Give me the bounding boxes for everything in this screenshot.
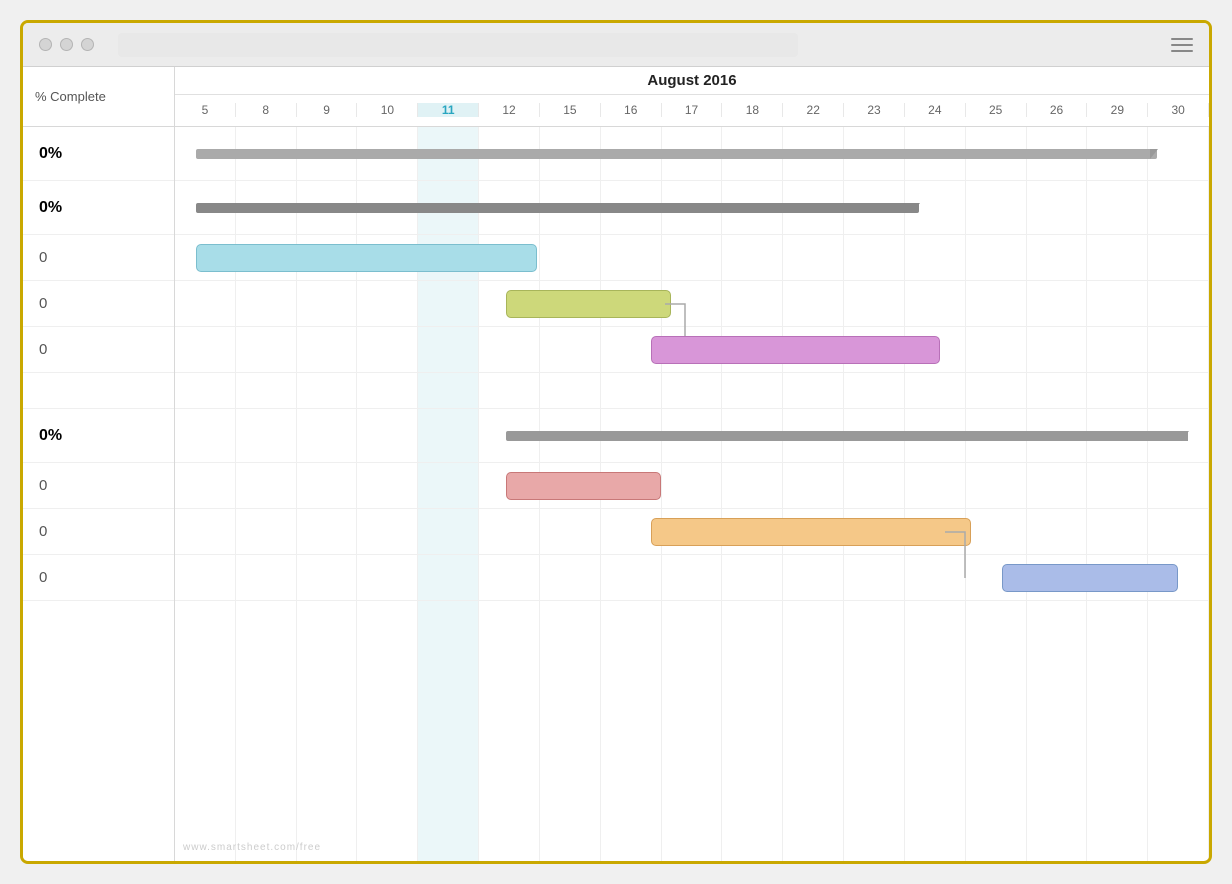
left-row-7: 0 bbox=[23, 463, 174, 509]
app-window: % Complete 0% 0% 0 0 0 0% 0 0 0 August 2 bbox=[20, 20, 1212, 864]
day-17: 17 bbox=[662, 103, 723, 117]
left-panel: % Complete 0% 0% 0 0 0 0% 0 0 0 bbox=[23, 67, 175, 861]
task-bar-red bbox=[506, 472, 661, 500]
day-30: 30 bbox=[1148, 103, 1209, 117]
left-row-9: 0 bbox=[23, 555, 174, 601]
minimize-button[interactable] bbox=[60, 38, 73, 51]
hamburger-line bbox=[1171, 50, 1193, 52]
task-bar-cyan bbox=[196, 244, 537, 272]
day-12: 12 bbox=[479, 103, 540, 117]
day-24: 24 bbox=[905, 103, 966, 117]
left-rows: 0% 0% 0 0 0 0% 0 0 0 bbox=[23, 127, 174, 861]
left-row-1: 0% bbox=[23, 181, 174, 235]
traffic-lights bbox=[39, 38, 94, 51]
summary-bar-3-end bbox=[1181, 431, 1189, 441]
task-bar-green bbox=[506, 290, 671, 318]
left-row-0: 0% bbox=[23, 127, 174, 181]
gantt-row-0 bbox=[175, 127, 1209, 181]
task-bar-orange bbox=[651, 518, 972, 546]
summary-bar-2 bbox=[196, 203, 920, 213]
day-8: 8 bbox=[236, 103, 297, 117]
day-26: 26 bbox=[1027, 103, 1088, 117]
day-18: 18 bbox=[722, 103, 783, 117]
summary-bar-1-end bbox=[1150, 149, 1158, 159]
url-bar[interactable] bbox=[118, 33, 798, 57]
day-22: 22 bbox=[783, 103, 844, 117]
bar-container-1 bbox=[175, 181, 1209, 234]
day-5: 5 bbox=[175, 103, 236, 117]
summary-bar-3 bbox=[506, 431, 1188, 441]
left-row-6: 0% bbox=[23, 409, 174, 463]
bar-container-3 bbox=[175, 281, 1209, 326]
percent-complete-header: % Complete bbox=[23, 67, 174, 127]
percent-complete-label: % Complete bbox=[35, 89, 106, 104]
gantt-row-9 bbox=[175, 555, 1209, 601]
gantt-spacer-row bbox=[175, 373, 1209, 409]
left-row-2: 0 bbox=[23, 235, 174, 281]
bar-container-2 bbox=[175, 235, 1209, 280]
bar-container-4 bbox=[175, 327, 1209, 372]
task-bar-purple bbox=[651, 336, 941, 364]
task-bar-blue bbox=[1002, 564, 1178, 592]
gantt-rows-overlay bbox=[175, 127, 1209, 861]
gantt-header: August 2016 5 8 9 10 11 12 15 16 17 18 2… bbox=[175, 67, 1209, 127]
bar-container-7 bbox=[175, 463, 1209, 508]
gantt-row-3 bbox=[175, 281, 1209, 327]
left-row-3: 0 bbox=[23, 281, 174, 327]
gantt-row-2 bbox=[175, 235, 1209, 281]
day-29: 29 bbox=[1087, 103, 1148, 117]
right-panel: August 2016 5 8 9 10 11 12 15 16 17 18 2… bbox=[175, 67, 1209, 861]
hamburger-line bbox=[1171, 44, 1193, 46]
gantt-container: % Complete 0% 0% 0 0 0 0% 0 0 0 August 2 bbox=[23, 67, 1209, 861]
watermark: www.smartsheet.com/free bbox=[183, 842, 321, 853]
summary-bar-1 bbox=[196, 149, 1158, 159]
gantt-row-4 bbox=[175, 327, 1209, 373]
left-row-4: 0 bbox=[23, 327, 174, 373]
day-9: 9 bbox=[297, 103, 358, 117]
connector-svg-1 bbox=[175, 281, 1209, 326]
gantt-body: www.smartsheet.com/free bbox=[175, 127, 1209, 861]
day-16: 16 bbox=[601, 103, 662, 117]
left-spacer bbox=[23, 373, 174, 409]
gantt-row-8 bbox=[175, 509, 1209, 555]
bar-container-9 bbox=[175, 555, 1209, 600]
day-25: 25 bbox=[966, 103, 1027, 117]
close-button[interactable] bbox=[39, 38, 52, 51]
day-23: 23 bbox=[844, 103, 905, 117]
gantt-row-1 bbox=[175, 181, 1209, 235]
gantt-row-7 bbox=[175, 463, 1209, 509]
day-11: 11 bbox=[418, 103, 479, 117]
month-label: August 2016 bbox=[175, 67, 1209, 95]
left-row-8: 0 bbox=[23, 509, 174, 555]
gantt-row-6 bbox=[175, 409, 1209, 463]
maximize-button[interactable] bbox=[81, 38, 94, 51]
day-15: 15 bbox=[540, 103, 601, 117]
bar-container-6 bbox=[175, 409, 1209, 462]
titlebar bbox=[23, 23, 1209, 67]
day-labels: 5 8 9 10 11 12 15 16 17 18 22 23 24 25 2… bbox=[175, 95, 1209, 126]
menu-button[interactable] bbox=[1171, 38, 1193, 52]
bar-container-8 bbox=[175, 509, 1209, 554]
bar-container-0 bbox=[175, 127, 1209, 180]
hamburger-line bbox=[1171, 38, 1193, 40]
summary-bar-2-end bbox=[912, 203, 920, 213]
day-10: 10 bbox=[357, 103, 418, 117]
